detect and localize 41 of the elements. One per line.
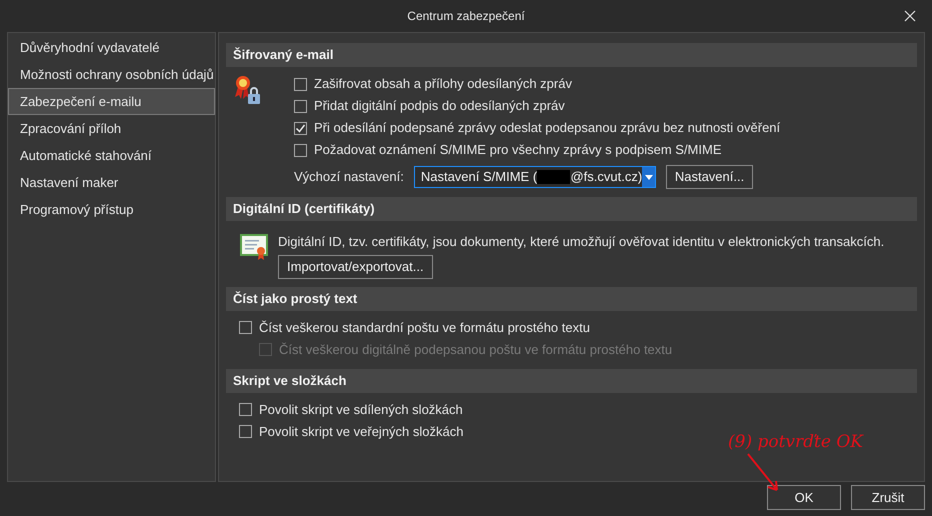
section-header: Skript ve složkách bbox=[226, 368, 917, 392]
cancel-button[interactable]: Zrušit bbox=[851, 485, 925, 510]
settings-button[interactable]: Nastavení... bbox=[666, 165, 754, 189]
sidebar-item[interactable]: Nastavení maker bbox=[8, 169, 215, 196]
checkbox[interactable] bbox=[294, 144, 307, 156]
checkbox[interactable] bbox=[294, 122, 307, 134]
section-header: Číst jako prostý text bbox=[226, 286, 917, 310]
ok-button[interactable]: OK bbox=[767, 485, 841, 510]
annotation-text: (9) potvrďte OK bbox=[728, 431, 863, 454]
checkbox-label: Přidat digitální podpis do odesílaných zpráv bbox=[314, 97, 565, 116]
checkbox[interactable] bbox=[294, 100, 307, 112]
description-text: Digitální ID, tzv. certifikáty, jsou dokumenty, které umožňují ověřovat identitu v elektronických transakcích. bbox=[278, 233, 884, 251]
checkbox-label: Číst veškerou standardní poštu ve formátu prostého textu bbox=[259, 318, 590, 337]
select-text-start: Nastavení S/MIME ( bbox=[420, 168, 538, 186]
checkbox-label: Požadovat oznámení S/MIME pro všechny zprávy s podpisem S/MIME bbox=[314, 141, 722, 160]
import-export-button[interactable]: Importovat/exportovat... bbox=[278, 254, 433, 278]
select-text-end: @fs.cvut.cz) bbox=[570, 168, 642, 186]
checkbox-label: Povolit skript ve veřejných složkách bbox=[259, 422, 464, 441]
section-header: Digitální ID (certifikáty) bbox=[226, 197, 917, 221]
sidebar-item[interactable]: Automatické stahování bbox=[8, 142, 215, 169]
default-settings-label: Výchozí nastavení: bbox=[294, 168, 404, 186]
sidebar-item[interactable]: Možnosti ochrany osobních údajů bbox=[8, 61, 215, 88]
close-icon[interactable] bbox=[904, 10, 916, 22]
checkbox-label: Zašifrovat obsah a přílohy odesílaných zpráv bbox=[314, 75, 572, 94]
section-header: Šifrovaný e-mail bbox=[226, 43, 917, 67]
checkbox-label: Při odesílání podepsané zprávy odeslat podepsanou zprávu bez nutnosti ověření bbox=[314, 119, 780, 138]
checkbox[interactable] bbox=[239, 321, 252, 334]
sidebar-item[interactable]: Zpracování příloh bbox=[8, 115, 215, 142]
checkbox-label: Číst veškerou digitálně podepsanou poštu ve formátu prostého textu bbox=[279, 340, 672, 359]
checkbox-label: Povolit skript ve sdílených složkách bbox=[259, 400, 463, 419]
redaction-bar bbox=[537, 170, 570, 184]
checkbox[interactable] bbox=[239, 403, 252, 416]
certificate-lock-icon bbox=[234, 75, 262, 105]
window-title: Centrum zabezpečení bbox=[407, 8, 525, 25]
sidebar-item[interactable]: Programový přístup bbox=[8, 196, 215, 223]
settings-select[interactable]: Nastavení S/MIME ( @fs.cvut.cz) bbox=[414, 166, 656, 188]
sidebar-item[interactable]: Zabezpečení e-mailu bbox=[8, 88, 215, 115]
sidebar-item[interactable]: Důvěryhodní vydavatelé bbox=[8, 34, 215, 61]
checkbox[interactable] bbox=[294, 78, 307, 90]
certificate-icon bbox=[240, 231, 270, 261]
checkbox[interactable] bbox=[239, 425, 252, 438]
